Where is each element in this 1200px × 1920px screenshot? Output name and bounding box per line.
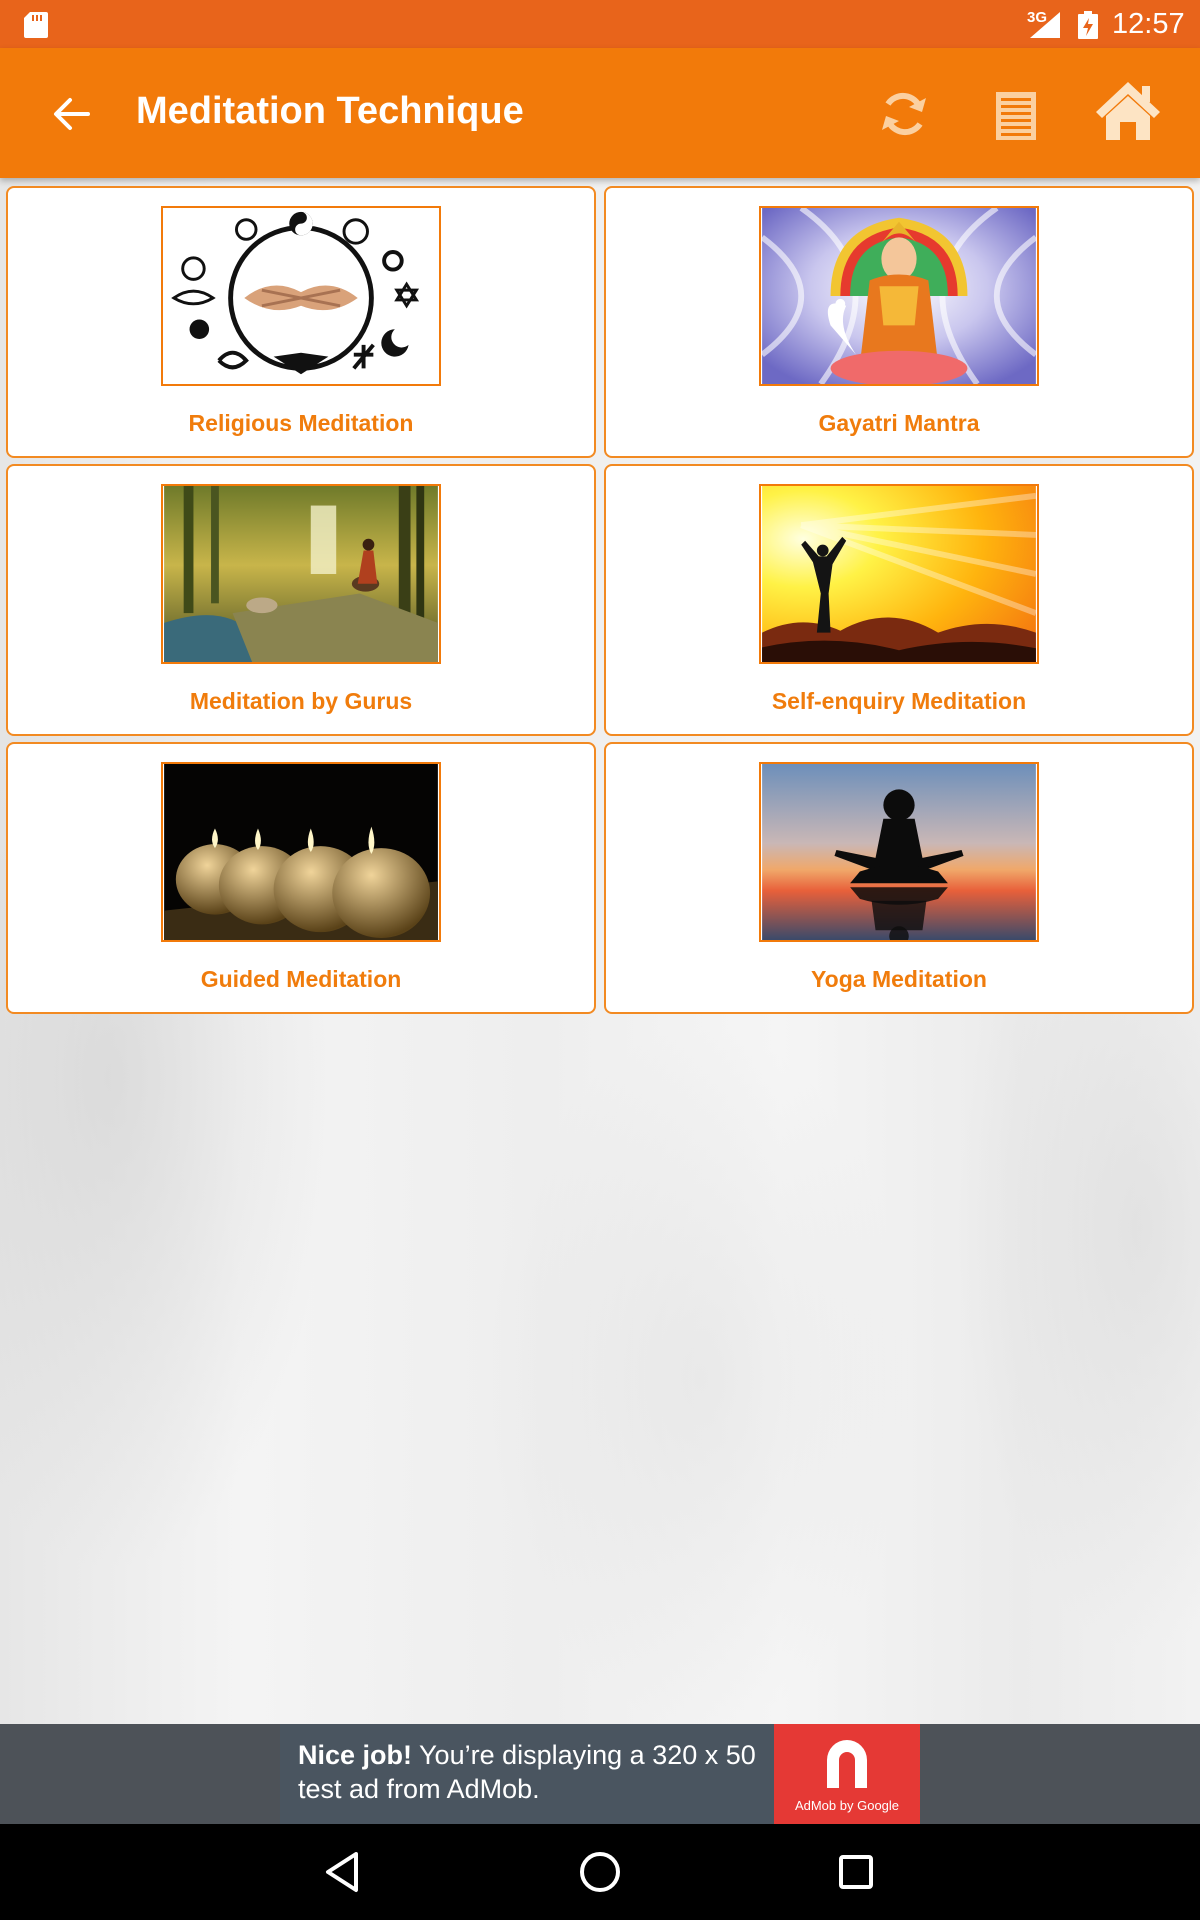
ad-logo-text: AdMob by Google [794, 1798, 900, 1813]
page-title: Meditation Technique [136, 90, 524, 132]
battery-charging-icon [1078, 11, 1098, 39]
card-yoga-meditation[interactable]: Yoga Meditation [604, 742, 1194, 1014]
admob-icon [827, 1740, 867, 1788]
sd-card-icon [24, 12, 48, 38]
status-bar: 3G 12:57 [0, 0, 1200, 48]
card-label: Self-enquiry Meditation [771, 688, 1027, 714]
system-nav-bar [0, 1824, 1200, 1920]
admob-test-ad[interactable]: Nice job! You’re displaying a 320 x 50 t… [280, 1724, 920, 1824]
card-guided-meditation[interactable]: Guided Meditation [6, 742, 596, 1014]
card-gayatri-mantra[interactable]: Gayatri Mantra [604, 186, 1194, 458]
card-label: Guided Meditation [200, 966, 402, 992]
nav-home-icon[interactable] [578, 1850, 622, 1894]
clock: 12:57 [1112, 8, 1185, 40]
technique-grid: Religious Meditation Gayatri Mantra Medi… [6, 186, 1194, 1014]
gurus-forest-image [161, 484, 441, 664]
card-label: Gayatri Mantra [818, 410, 980, 436]
card-meditation-by-gurus[interactable]: Meditation by Gurus [6, 464, 596, 736]
nav-back-icon[interactable] [322, 1850, 362, 1894]
candles-image [161, 762, 441, 942]
card-label: Meditation by Gurus [189, 688, 413, 714]
signal-icon [1030, 12, 1060, 38]
card-religious-meditation[interactable]: Religious Meditation [6, 186, 596, 458]
self-enquiry-sunrise-image [759, 484, 1039, 664]
religious-symbols-image [161, 206, 441, 386]
gayatri-mantra-image [759, 206, 1039, 386]
home-icon[interactable] [1094, 78, 1162, 144]
ad-strip: Nice job! You’re displaying a 320 x 50 t… [0, 1724, 1200, 1824]
ad-text: Nice job! You’re displaying a 320 x 50 t… [298, 1738, 778, 1806]
card-self-enquiry-meditation[interactable]: Self-enquiry Meditation [604, 464, 1194, 736]
admob-logo: AdMob by Google [774, 1724, 920, 1824]
arrow-back-icon[interactable] [44, 90, 100, 138]
list-icon[interactable] [990, 88, 1042, 144]
yoga-silhouette-image [759, 762, 1039, 942]
app-bar: Meditation Technique [0, 48, 1200, 178]
card-label: Yoga Meditation [811, 966, 987, 992]
card-label: Religious Meditation [188, 410, 414, 436]
nav-recents-icon[interactable] [836, 1852, 876, 1892]
ad-headline: Nice job! [298, 1740, 413, 1770]
refresh-icon[interactable] [876, 86, 932, 142]
